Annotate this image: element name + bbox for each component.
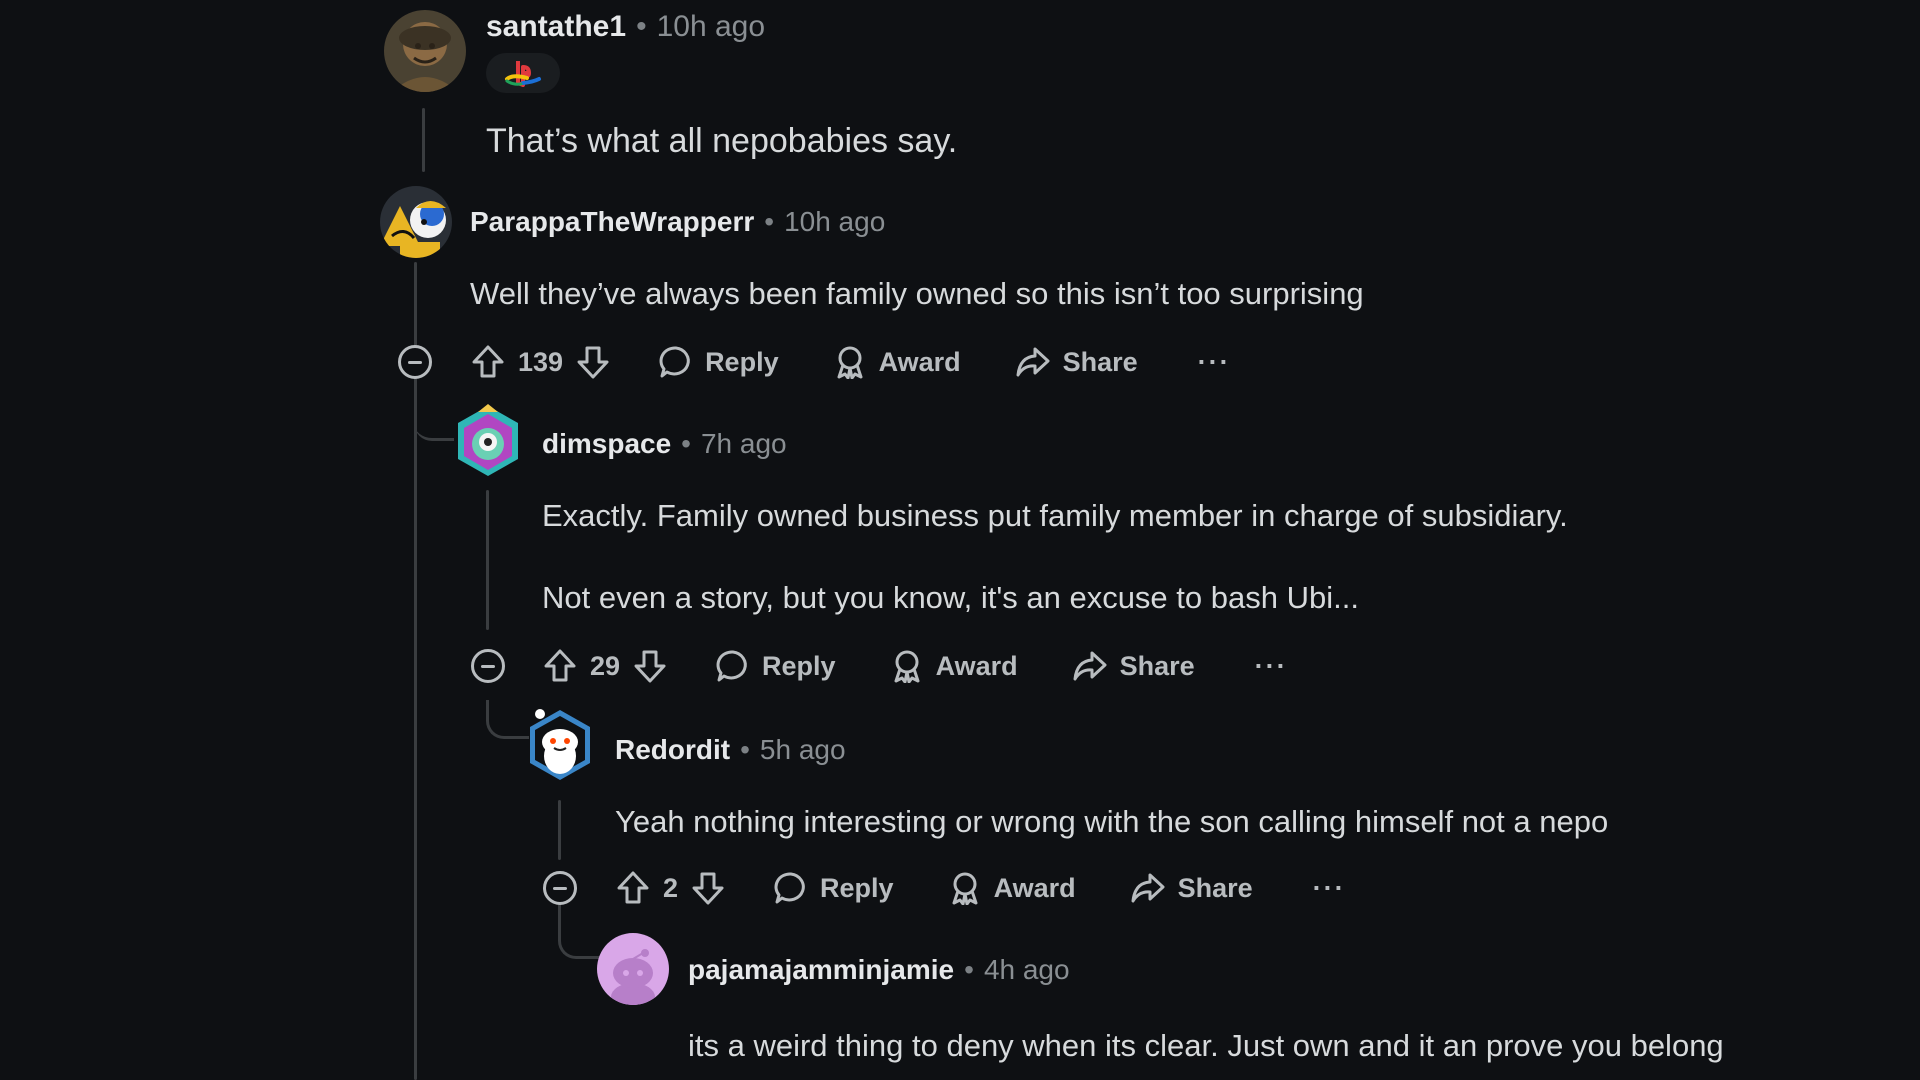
comment-body: That’s what all nepobabies say. (486, 122, 958, 160)
thread-line-dimspace[interactable] (486, 490, 489, 630)
username[interactable]: santathe1 (486, 10, 626, 44)
reply-button[interactable]: Reply (716, 649, 836, 683)
share-button[interactable]: Share (1130, 871, 1253, 905)
thread-line-redordit[interactable] (558, 800, 561, 860)
collapse-button[interactable] (543, 871, 577, 905)
vote-score: 2 (663, 872, 679, 903)
upvote-icon[interactable] (615, 870, 651, 906)
vote-group: 29 (542, 648, 668, 684)
timestamp[interactable]: 10h ago (657, 10, 765, 44)
thread-line-santathe1[interactable] (422, 108, 425, 172)
share-icon (1016, 347, 1050, 377)
minus-icon (408, 360, 422, 364)
reply-label: Reply (820, 872, 894, 903)
minus-icon (481, 664, 495, 668)
more-options-button[interactable]: ··· (1313, 873, 1346, 904)
timestamp[interactable]: 5h ago (760, 734, 846, 766)
comment-header-parappathewrapperr: ParappaTheWrapperr • 10h ago (470, 206, 885, 238)
comment-action-bar: 139 Reply Award Share ··· (470, 340, 1231, 384)
comment-header-santathe1: santathe1 • 10h ago (486, 10, 765, 44)
comment-body: Yeah nothing interesting or wrong with t… (615, 804, 1609, 839)
comment-thread: santathe1 • 10h ago That’s what all nepo… (0, 0, 1920, 1080)
comment-body-line-1: Exactly. Family owned business put famil… (542, 498, 1568, 533)
comment-bubble-icon (774, 872, 805, 904)
comment-header-pajamajamminjamie: pajamajamminjamie • 4h ago (688, 954, 1070, 986)
user-flair (486, 53, 560, 93)
reply-button[interactable]: Reply (659, 345, 779, 379)
separator-dot: • (636, 10, 647, 43)
more-options-button[interactable]: ··· (1198, 347, 1231, 378)
comment-body: Well they’ve always been family owned so… (470, 276, 1364, 311)
thread-branch-redordit (486, 700, 529, 739)
share-label: Share (1119, 650, 1195, 681)
award-icon (837, 346, 863, 379)
vote-score: 139 (518, 346, 564, 377)
share-icon (1073, 651, 1107, 681)
comment-body-line-2: Not even a story, but you know, it's an … (542, 580, 1359, 615)
avatar-pajamajamminjamie[interactable] (597, 933, 669, 1005)
award-button[interactable]: Award (833, 345, 961, 379)
award-label: Award (993, 872, 1076, 903)
award-label: Award (878, 346, 961, 377)
upvote-icon[interactable] (470, 344, 506, 380)
minus-icon (553, 886, 567, 890)
avatar-parappathewrapperr[interactable] (380, 186, 452, 258)
separator-dot: • (764, 206, 775, 237)
share-label: Share (1062, 346, 1138, 377)
award-label: Award (935, 650, 1018, 681)
comment-header-redordit: Redordit • 5h ago (615, 734, 846, 766)
avatar-santathe1[interactable] (384, 10, 466, 92)
separator-dot: • (740, 734, 750, 765)
reply-button[interactable]: Reply (774, 871, 894, 905)
reply-label: Reply (705, 346, 779, 377)
timestamp[interactable]: 4h ago (984, 954, 1070, 986)
award-button[interactable]: Award (948, 871, 1076, 905)
comment-bubble-icon (716, 650, 747, 682)
username[interactable]: ParappaTheWrapperr (470, 206, 754, 238)
username[interactable]: dimspace (542, 428, 671, 460)
comment-header-dimspace: dimspace • 7h ago (542, 428, 787, 460)
vote-group: 2 (615, 870, 726, 906)
downvote-icon[interactable] (575, 344, 611, 380)
award-icon (952, 872, 978, 905)
timestamp[interactable]: 10h ago (784, 206, 885, 238)
share-button[interactable]: Share (1015, 345, 1138, 379)
collapse-button[interactable] (471, 649, 505, 683)
separator-dot: • (681, 428, 691, 459)
username[interactable]: Redordit (615, 734, 730, 766)
username[interactable]: pajamajamminjamie (688, 954, 954, 986)
award-button[interactable]: Award (890, 649, 1018, 683)
award-icon (894, 650, 920, 683)
more-options-button[interactable]: ··· (1255, 651, 1288, 682)
comment-action-bar: 29 Reply Award Share ··· (542, 644, 1288, 688)
playstation-logo-icon (505, 61, 541, 87)
reply-label: Reply (762, 650, 836, 681)
comment-body: its a weird thing to deny when its clear… (688, 1028, 1724, 1063)
share-button[interactable]: Share (1072, 649, 1195, 683)
avatar-dimspace[interactable] (454, 404, 522, 478)
downvote-icon[interactable] (690, 870, 726, 906)
collapse-button[interactable] (398, 345, 432, 379)
vote-group: 139 (470, 344, 611, 380)
comment-bubble-icon (659, 346, 690, 378)
thread-branch-dimspace (414, 400, 454, 441)
share-label: Share (1177, 872, 1253, 903)
comment-action-bar: 2 Reply Award Share ··· (615, 866, 1346, 910)
timestamp[interactable]: 7h ago (701, 428, 787, 460)
avatar-redordit[interactable] (526, 708, 594, 782)
thread-line-parappa[interactable] (414, 262, 417, 1080)
downvote-icon[interactable] (632, 648, 668, 684)
vote-score: 29 (590, 650, 621, 681)
separator-dot: • (964, 954, 974, 985)
share-icon (1131, 873, 1165, 903)
upvote-icon[interactable] (542, 648, 578, 684)
